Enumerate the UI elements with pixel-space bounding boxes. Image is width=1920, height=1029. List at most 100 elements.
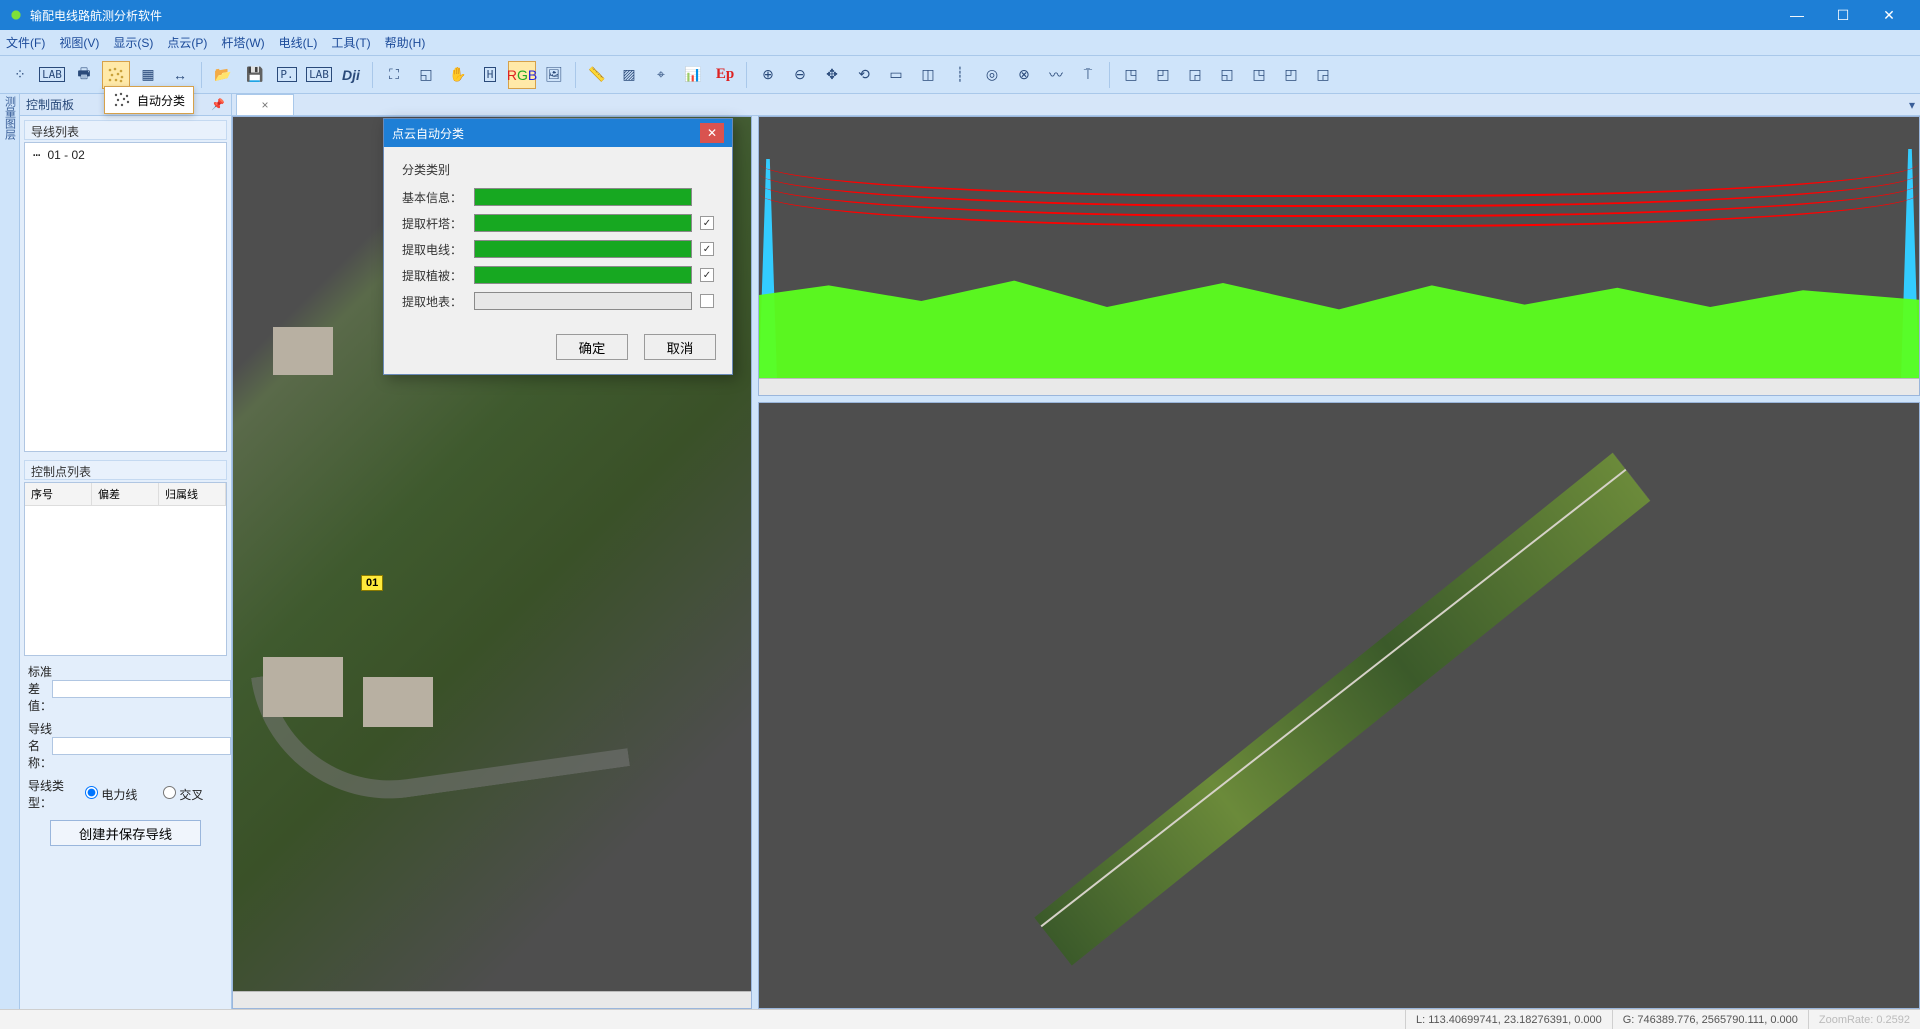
row-checkbox[interactable] bbox=[700, 294, 714, 308]
hscroll-thumb[interactable] bbox=[1316, 381, 1356, 393]
row-checkbox[interactable]: ✓ bbox=[700, 242, 714, 256]
tool-grid-icon[interactable]: ▦ bbox=[134, 61, 162, 89]
vtab-layers[interactable]: 测量图层 bbox=[2, 96, 18, 140]
hscroll-thumb[interactable] bbox=[466, 994, 506, 1006]
panel-pin-icon[interactable]: 📌 bbox=[211, 98, 225, 111]
document-tabs: × ▾ bbox=[232, 94, 1920, 116]
statusbar: L: 113.40699741, 23.18276391, 0.000 G: 7… bbox=[0, 1009, 1920, 1029]
tool-p-icon[interactable]: P. bbox=[273, 61, 301, 89]
viewport-profile[interactable] bbox=[758, 116, 1920, 396]
dialog-row: 提取杆塔： ✓ bbox=[402, 214, 714, 232]
wire-name-input[interactable] bbox=[52, 737, 231, 755]
status-zoomrate: ZoomRate: 0.2592 bbox=[1808, 1010, 1920, 1029]
tool-cube7-icon[interactable]: ◲ bbox=[1309, 61, 1337, 89]
tool-zoomout-icon[interactable]: ⊖ bbox=[786, 61, 814, 89]
tool-locate-icon[interactable]: ⌖ bbox=[647, 61, 675, 89]
tool-select-icon[interactable]: ⁘ bbox=[6, 61, 34, 89]
dialog-titlebar[interactable]: 点云自动分类 ✕ bbox=[384, 119, 732, 147]
dialog-row-label: 基本信息： bbox=[402, 189, 466, 206]
tool-rect2-icon[interactable]: ◫ bbox=[914, 61, 942, 89]
tool-bracket-icon[interactable]: 〰 bbox=[1042, 61, 1070, 89]
viewport-3d[interactable] bbox=[758, 402, 1920, 1009]
std-input[interactable] bbox=[52, 680, 231, 698]
menu-help[interactable]: 帮助(H) bbox=[385, 34, 426, 51]
conductor-line bbox=[759, 193, 1919, 227]
menu-display[interactable]: 显示(S) bbox=[113, 34, 153, 51]
tool-cube4-icon[interactable]: ◱ bbox=[1213, 61, 1241, 89]
menu-tower[interactable]: 杆塔(W) bbox=[221, 34, 264, 51]
progress-bar bbox=[474, 240, 692, 258]
auto-classify-dialog: 点云自动分类 ✕ 分类类别 基本信息：提取杆塔：✓提取电线：✓提取植被：✓提取地… bbox=[383, 118, 733, 375]
corridor-strip bbox=[890, 402, 1788, 1009]
dialog-cancel-button[interactable]: 取消 bbox=[644, 334, 716, 360]
tool-rect-icon[interactable]: ▭ bbox=[882, 61, 910, 89]
tool-ep-icon[interactable]: Ep bbox=[711, 61, 739, 89]
tooltip-label: 自动分类 bbox=[137, 92, 185, 109]
tool-tower-icon[interactable]: ⍑ bbox=[1074, 61, 1102, 89]
tool-measure-icon[interactable]: 📏 bbox=[583, 61, 611, 89]
cp-col-owner: 归属线 bbox=[159, 483, 226, 505]
wire-item[interactable]: ⋯ 01 - 02 bbox=[29, 147, 222, 163]
wire-list[interactable]: ⋯ 01 - 02 bbox=[24, 142, 227, 452]
create-save-wire-button[interactable]: 创建并保存导线 bbox=[50, 820, 201, 846]
row-checkbox[interactable]: ✓ bbox=[700, 216, 714, 230]
tabstrip-overflow-icon[interactable]: ▾ bbox=[1904, 94, 1920, 115]
tool-target-icon[interactable]: ◎ bbox=[978, 61, 1006, 89]
window-close-button[interactable]: ✕ bbox=[1866, 0, 1912, 30]
tool-slash-icon[interactable]: ▨ bbox=[615, 61, 643, 89]
tool-chart-icon[interactable]: 📊 bbox=[679, 61, 707, 89]
control-point-table[interactable]: 序号 偏差 归属线 bbox=[24, 482, 227, 656]
dialog-ok-button[interactable]: 确定 bbox=[556, 334, 628, 360]
row-checkbox[interactable]: ✓ bbox=[700, 268, 714, 282]
close-icon[interactable]: × bbox=[261, 98, 268, 112]
doc-tab[interactable]: × bbox=[236, 94, 294, 115]
tool-open-icon[interactable]: 📂 bbox=[209, 61, 237, 89]
radio-cross[interactable]: 交叉 bbox=[163, 786, 223, 803]
dialog-row-label: 提取植被： bbox=[402, 267, 466, 284]
tool-save-icon[interactable]: 💾 bbox=[241, 61, 269, 89]
menu-view[interactable]: 视图(V) bbox=[59, 34, 99, 51]
tool-pan-icon[interactable]: ✋ bbox=[444, 61, 472, 89]
window-titlebar: 输配电线路航测分析软件 — ☐ ✕ bbox=[0, 0, 1920, 30]
tool-cube3-icon[interactable]: ◲ bbox=[1181, 61, 1209, 89]
app-logo-icon bbox=[8, 7, 24, 23]
menu-tools[interactable]: 工具(T) bbox=[331, 34, 370, 51]
menu-wire[interactable]: 电线(L) bbox=[279, 34, 318, 51]
window-maximize-button[interactable]: ☐ bbox=[1820, 0, 1866, 30]
tool-fullextent-icon[interactable]: ⛶ bbox=[380, 61, 408, 89]
tool-image-icon[interactable]: 🖼 bbox=[540, 61, 568, 89]
tool-lab2-icon[interactable]: LAB bbox=[305, 61, 333, 89]
tool-vsplit-icon[interactable]: ┊ bbox=[946, 61, 974, 89]
tower-marker-01[interactable]: 01 bbox=[361, 575, 383, 591]
tool-cube5-icon[interactable]: ◳ bbox=[1245, 61, 1273, 89]
scatter-icon bbox=[113, 91, 131, 109]
tool-move-icon[interactable]: ✥ bbox=[818, 61, 846, 89]
tool-rgb-icon[interactable]: RGB bbox=[508, 61, 536, 89]
dialog-row: 提取植被： ✓ bbox=[402, 266, 714, 284]
tool-circle-x-icon[interactable]: ⊗ bbox=[1010, 61, 1038, 89]
dialog-row: 基本信息： bbox=[402, 188, 714, 206]
dialog-close-button[interactable]: ✕ bbox=[700, 123, 724, 143]
std-label: 标准差值： bbox=[28, 663, 52, 714]
tool-dji-icon[interactable]: Dji bbox=[337, 61, 365, 89]
tool-width-icon[interactable]: ↔ bbox=[166, 61, 194, 89]
tool-cube2-icon[interactable]: ◰ bbox=[1149, 61, 1177, 89]
control-panel-title: 控制面板 bbox=[26, 96, 74, 113]
menu-file[interactable]: 文件(F) bbox=[6, 34, 45, 51]
tool-h-icon[interactable]: H bbox=[476, 61, 504, 89]
dialog-row-label: 提取杆塔： bbox=[402, 215, 466, 232]
tool-zoomin-icon[interactable]: ⊕ bbox=[754, 61, 782, 89]
tool-cube1-icon[interactable]: ◳ bbox=[1117, 61, 1145, 89]
tool-lab-icon[interactable]: LAB bbox=[38, 61, 66, 89]
wire-name-label: 导线名称： bbox=[28, 720, 52, 771]
tool-cube6-icon[interactable]: ◰ bbox=[1277, 61, 1305, 89]
tool-rotate-icon[interactable]: ⟲ bbox=[850, 61, 878, 89]
dialog-group-label: 分类类别 bbox=[402, 161, 714, 178]
wire-type-label: 导线类型： bbox=[28, 777, 81, 811]
tool-fitselect-icon[interactable]: ◱ bbox=[412, 61, 440, 89]
radio-power[interactable]: 电力线 bbox=[85, 786, 145, 803]
window-minimize-button[interactable]: — bbox=[1774, 0, 1820, 30]
tool-print-icon[interactable]: 🖶 bbox=[70, 61, 98, 89]
menu-pointcloud[interactable]: 点云(P) bbox=[167, 34, 207, 51]
tool-auto-classify-icon[interactable] bbox=[102, 61, 130, 89]
